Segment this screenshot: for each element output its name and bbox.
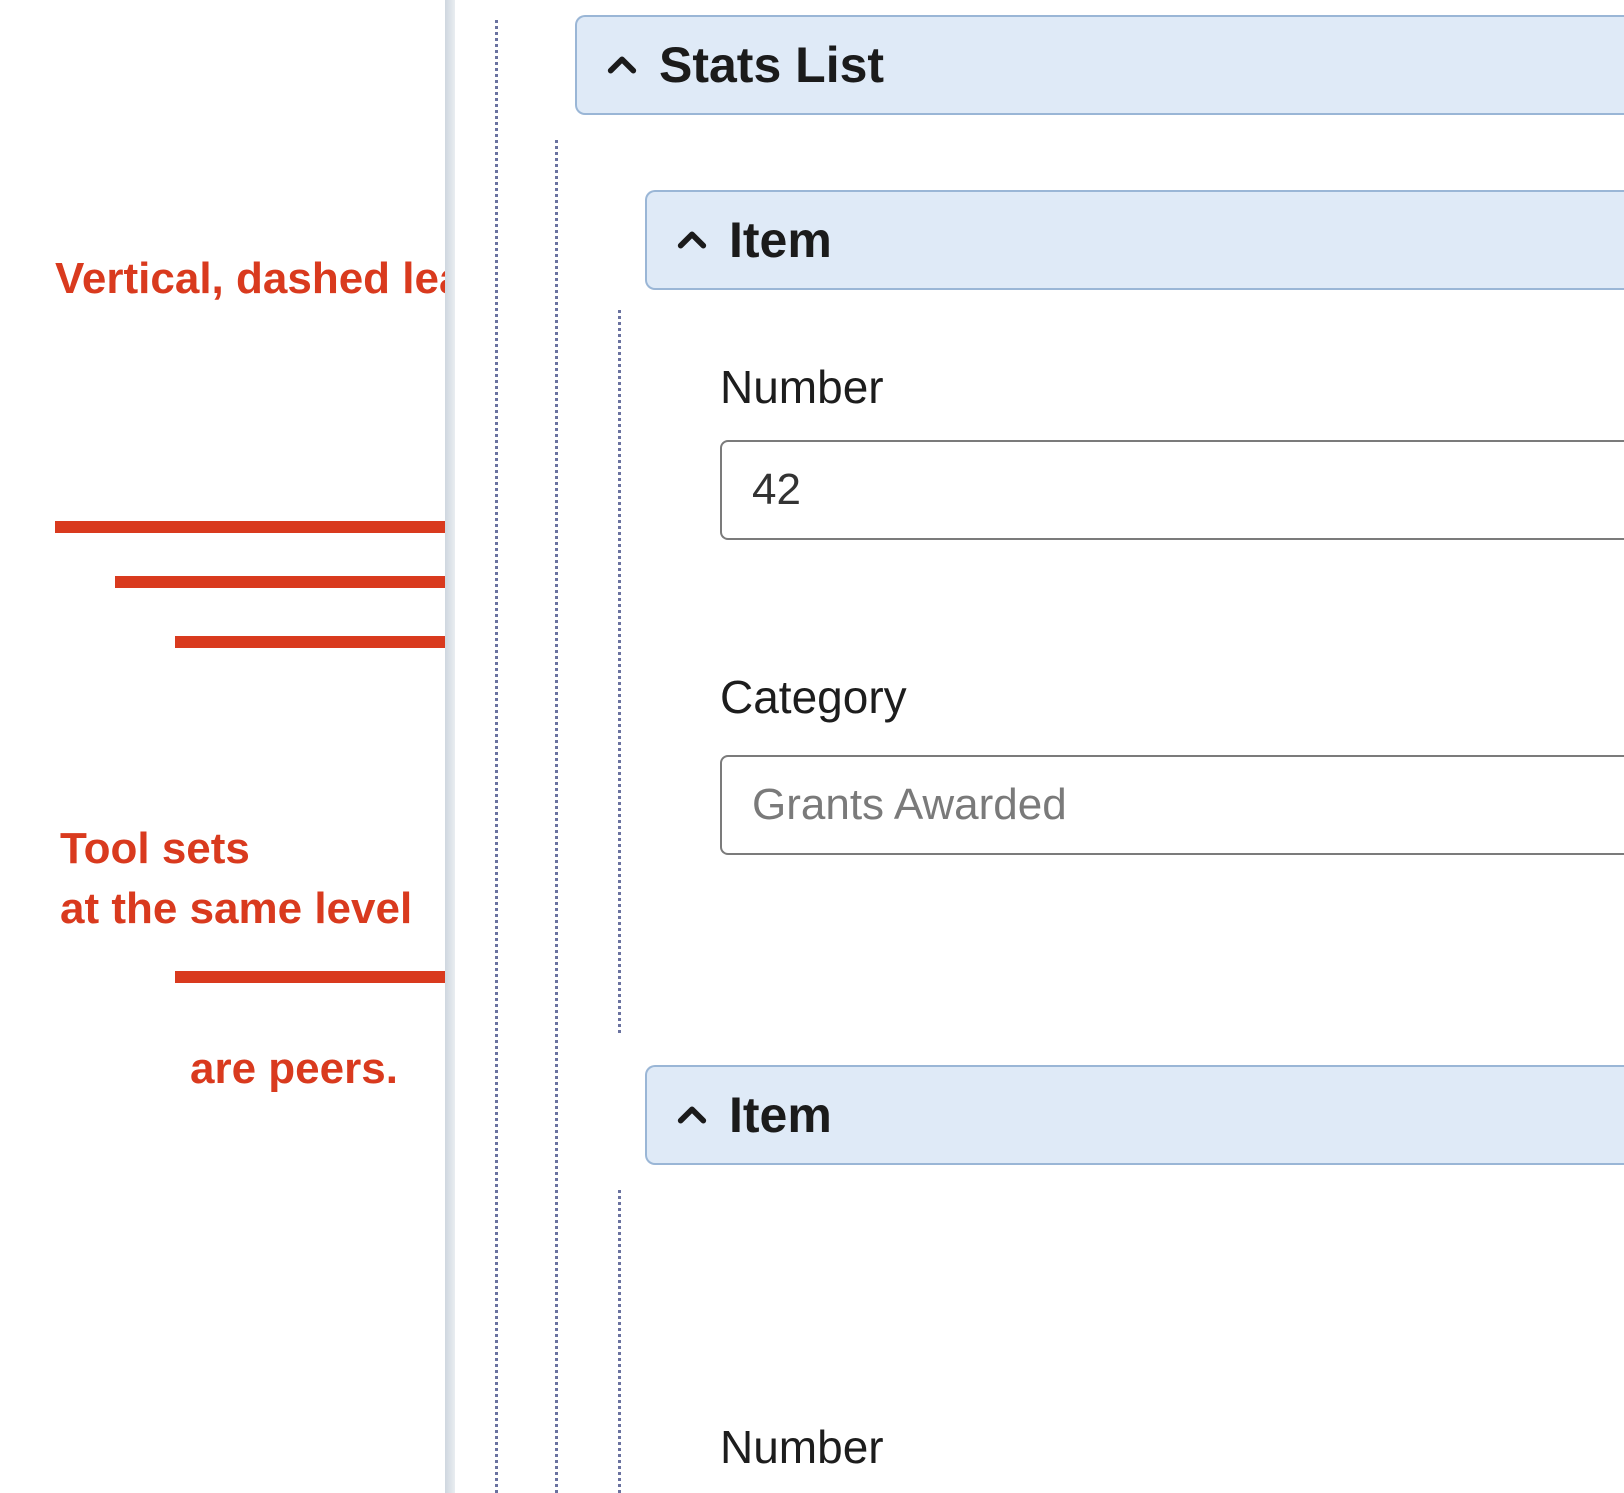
panel-divider xyxy=(445,0,455,1493)
item-header-2[interactable]: Item xyxy=(645,1065,1624,1165)
item-header-1[interactable]: Item xyxy=(645,190,1624,290)
number-label-1: Number xyxy=(720,360,884,414)
leader-line-level-1 xyxy=(495,20,498,1493)
item-header-1-label: Item xyxy=(729,211,832,269)
category-input-1-placeholder: Grants Awarded xyxy=(752,780,1067,830)
leader-line-level-2 xyxy=(555,140,558,1493)
category-input-1[interactable]: Grants Awarded xyxy=(720,755,1624,855)
chevron-up-icon xyxy=(675,223,709,257)
arrow-to-leader-1 xyxy=(55,505,500,549)
leader-line-level-3b xyxy=(618,1190,621,1493)
stats-list-header[interactable]: Stats List xyxy=(575,15,1624,115)
stats-list-header-label: Stats List xyxy=(659,36,884,94)
chevron-up-icon xyxy=(605,48,639,82)
leader-line-level-3a xyxy=(618,310,621,1033)
number-label-2: Number xyxy=(720,1420,884,1474)
annotation-peers-line3: are peers. xyxy=(190,1040,398,1097)
number-input-1-value: 42 xyxy=(752,465,801,515)
number-input-1[interactable]: 42 xyxy=(720,440,1624,540)
chevron-up-icon xyxy=(675,1098,709,1132)
annotation-peers-line1: Tool sets xyxy=(60,820,250,877)
item-header-2-label: Item xyxy=(729,1086,832,1144)
category-label-1: Category xyxy=(720,670,907,724)
annotation-peers-line2: at the same level xyxy=(60,880,412,937)
